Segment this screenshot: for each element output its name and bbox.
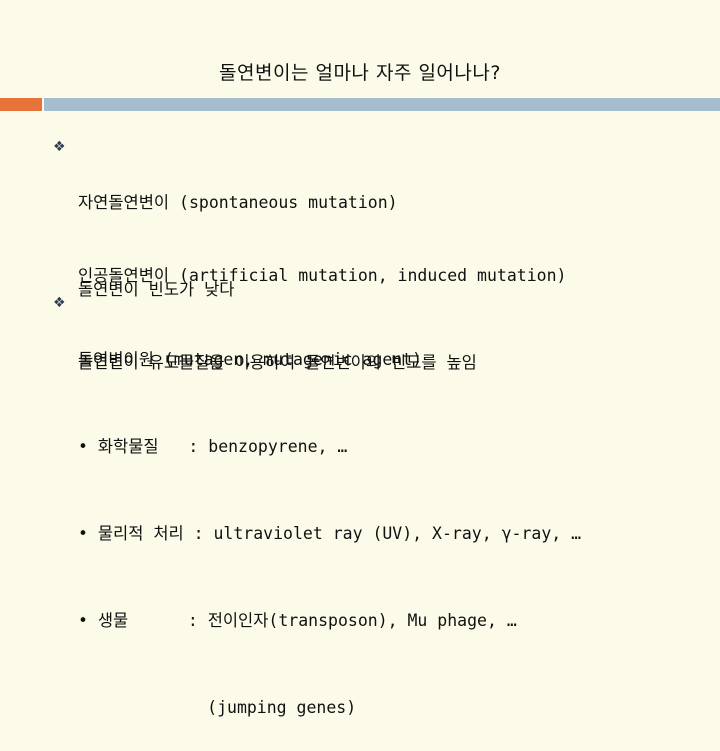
mutagen-item-chemical: • 화학물질 : benzopyrene, … [78,437,348,456]
accent-bar-orange [0,98,42,111]
diamond-bullet-icon: ❖ [53,139,66,155]
mutagen-item-physical: • 물리적 처리 : ultraviolet ray (UV), X-ray, … [78,524,582,543]
mutagen-item-jumping-genes: (jumping genes) [78,698,357,717]
mutagen-item-biological: • 생물 : 전이인자(transposon), Mu phage, … [78,611,517,630]
artificial-mutation-heading: 인공돌연변이 (artificial mutation, induced mut… [78,266,567,285]
slide-title: 돌연변이는 얼마나 자주 일어나나? [219,62,501,84]
accent-bar-blue [44,98,720,111]
diamond-bullet-icon: ❖ [53,295,66,311]
mutagen-block: 돌연변이원 (mutagen, mutagenic agent) • 화학물질 … [78,287,581,751]
mutagen-heading: 돌연변이원 (mutagen, mutagenic agent) [78,350,423,369]
